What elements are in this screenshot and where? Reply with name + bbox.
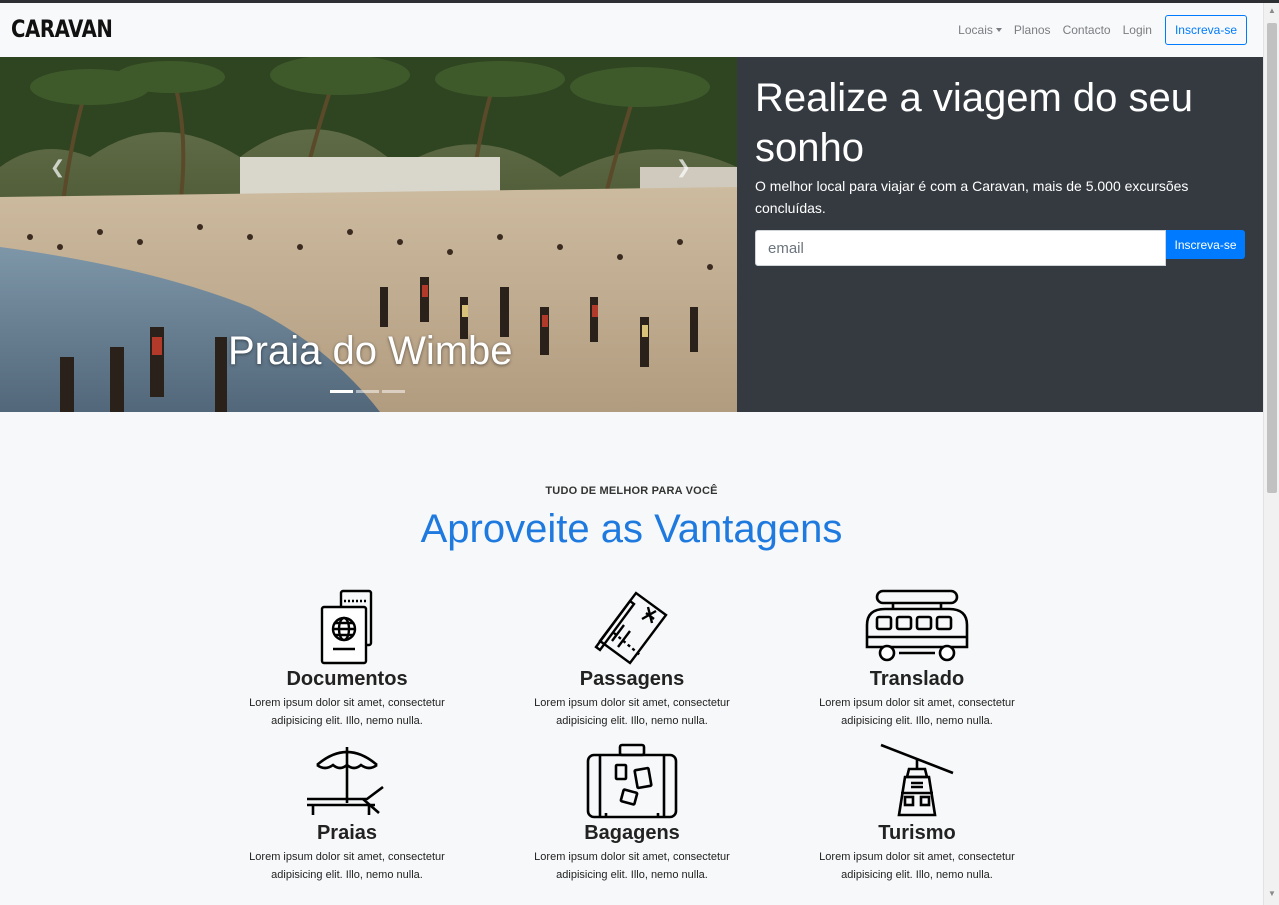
feature-card-turismo: Turismo Lorem ipsum dolor sit amet, cons… <box>802 743 1032 884</box>
signup-panel: Realize a viagem do seu sonho O melhor l… <box>737 57 1263 412</box>
carousel-caption: Praia do Wimbe <box>228 329 513 373</box>
image-carousel[interactable]: ❮ ❯ Praia do Wimbe <box>0 57 737 412</box>
beach-chair-icon <box>307 747 384 815</box>
feature-card-passagens: Passagens Lorem ipsum dolor sit amet, co… <box>517 589 747 730</box>
hero-section: ❮ ❯ Praia do Wimbe Realize a viagem do s… <box>0 57 1263 412</box>
hero-title: Realize a viagem do seu sonho <box>755 76 1194 170</box>
feature-text: Lorem ipsum dolor sit amet, consectetur … <box>249 851 445 881</box>
feature-text: Lorem ipsum dolor sit amet, consectetur … <box>534 697 730 727</box>
nav-locais-label: Locais <box>958 23 993 37</box>
features-title: Aproveite as Vantagens <box>420 507 843 551</box>
feature-title: Documentos <box>286 668 408 690</box>
carousel-indicators <box>330 390 405 393</box>
feature-card-bagagens: Bagagens Lorem ipsum dolor sit amet, con… <box>517 743 747 884</box>
nav-signup-button[interactable]: Inscreva-se <box>1164 15 1247 45</box>
carousel-prev-icon[interactable]: ❮ <box>50 157 65 178</box>
nav-planos-link[interactable]: Planos <box>1014 23 1051 37</box>
ticket-icon <box>594 591 668 665</box>
nav-login-link[interactable]: Login <box>1123 23 1152 37</box>
nav-locais-dropdown[interactable]: Locais <box>958 23 1002 37</box>
carousel-indicator-1[interactable] <box>330 390 353 393</box>
feature-title: Passagens <box>579 668 685 690</box>
page-scrollbar[interactable]: ▲ ▼ <box>1263 3 1279 905</box>
feature-title: Translado <box>869 668 965 690</box>
feature-text: Lorem ipsum dolor sit amet, consectetur … <box>819 851 1015 881</box>
carousel-indicator-3[interactable] <box>382 390 405 393</box>
feature-text: Lorem ipsum dolor sit amet, consectetur … <box>819 697 1015 727</box>
feature-title: Turismo <box>878 822 956 844</box>
feature-card-praias: Praias Lorem ipsum dolor sit amet, conse… <box>232 743 462 884</box>
feature-card-translado: Translado Lorem ipsum dolor sit amet, co… <box>802 589 1032 730</box>
suitcase-icon <box>586 743 678 819</box>
caret-down-icon <box>995 28 1002 32</box>
features-eyebrow: TUDO DE MELHOR PARA VOCÊ <box>545 485 718 497</box>
nav-contacto-link[interactable]: Contacto <box>1063 23 1111 37</box>
cable-car-icon <box>880 743 954 817</box>
carousel-indicator-2[interactable] <box>356 390 379 393</box>
feature-text: Lorem ipsum dolor sit amet, consectetur … <box>249 697 445 727</box>
hero-signup-button[interactable]: Inscreva-se <box>1166 230 1245 259</box>
scroll-down-icon[interactable]: ▼ <box>1267 889 1277 899</box>
carousel-next-icon[interactable]: ❯ <box>676 157 691 178</box>
feature-card-documentos: Documentos Lorem ipsum dolor sit amet, c… <box>232 589 462 730</box>
feature-title: Praias <box>316 822 378 844</box>
email-input[interactable] <box>755 230 1166 266</box>
van-icon <box>865 589 969 662</box>
navbar: CARAVAN Locais Planos Contacto Login Ins… <box>0 3 1263 57</box>
features-section: TUDO DE MELHOR PARA VOCÊ Aproveite as Va… <box>0 412 1263 905</box>
hero-subtitle: O melhor local para viajar é com a Carav… <box>755 178 1189 216</box>
scrollbar-thumb[interactable] <box>1267 23 1277 493</box>
feature-text: Lorem ipsum dolor sit amet, consectetur … <box>534 851 730 881</box>
brand-logo[interactable]: CARAVAN <box>11 15 113 43</box>
scroll-up-icon[interactable]: ▲ <box>1267 6 1277 16</box>
passport-icon <box>320 589 373 665</box>
feature-title: Bagagens <box>584 822 680 844</box>
nav-links: Locais Planos Contacto Login Inscreva-se <box>946 15 1247 45</box>
